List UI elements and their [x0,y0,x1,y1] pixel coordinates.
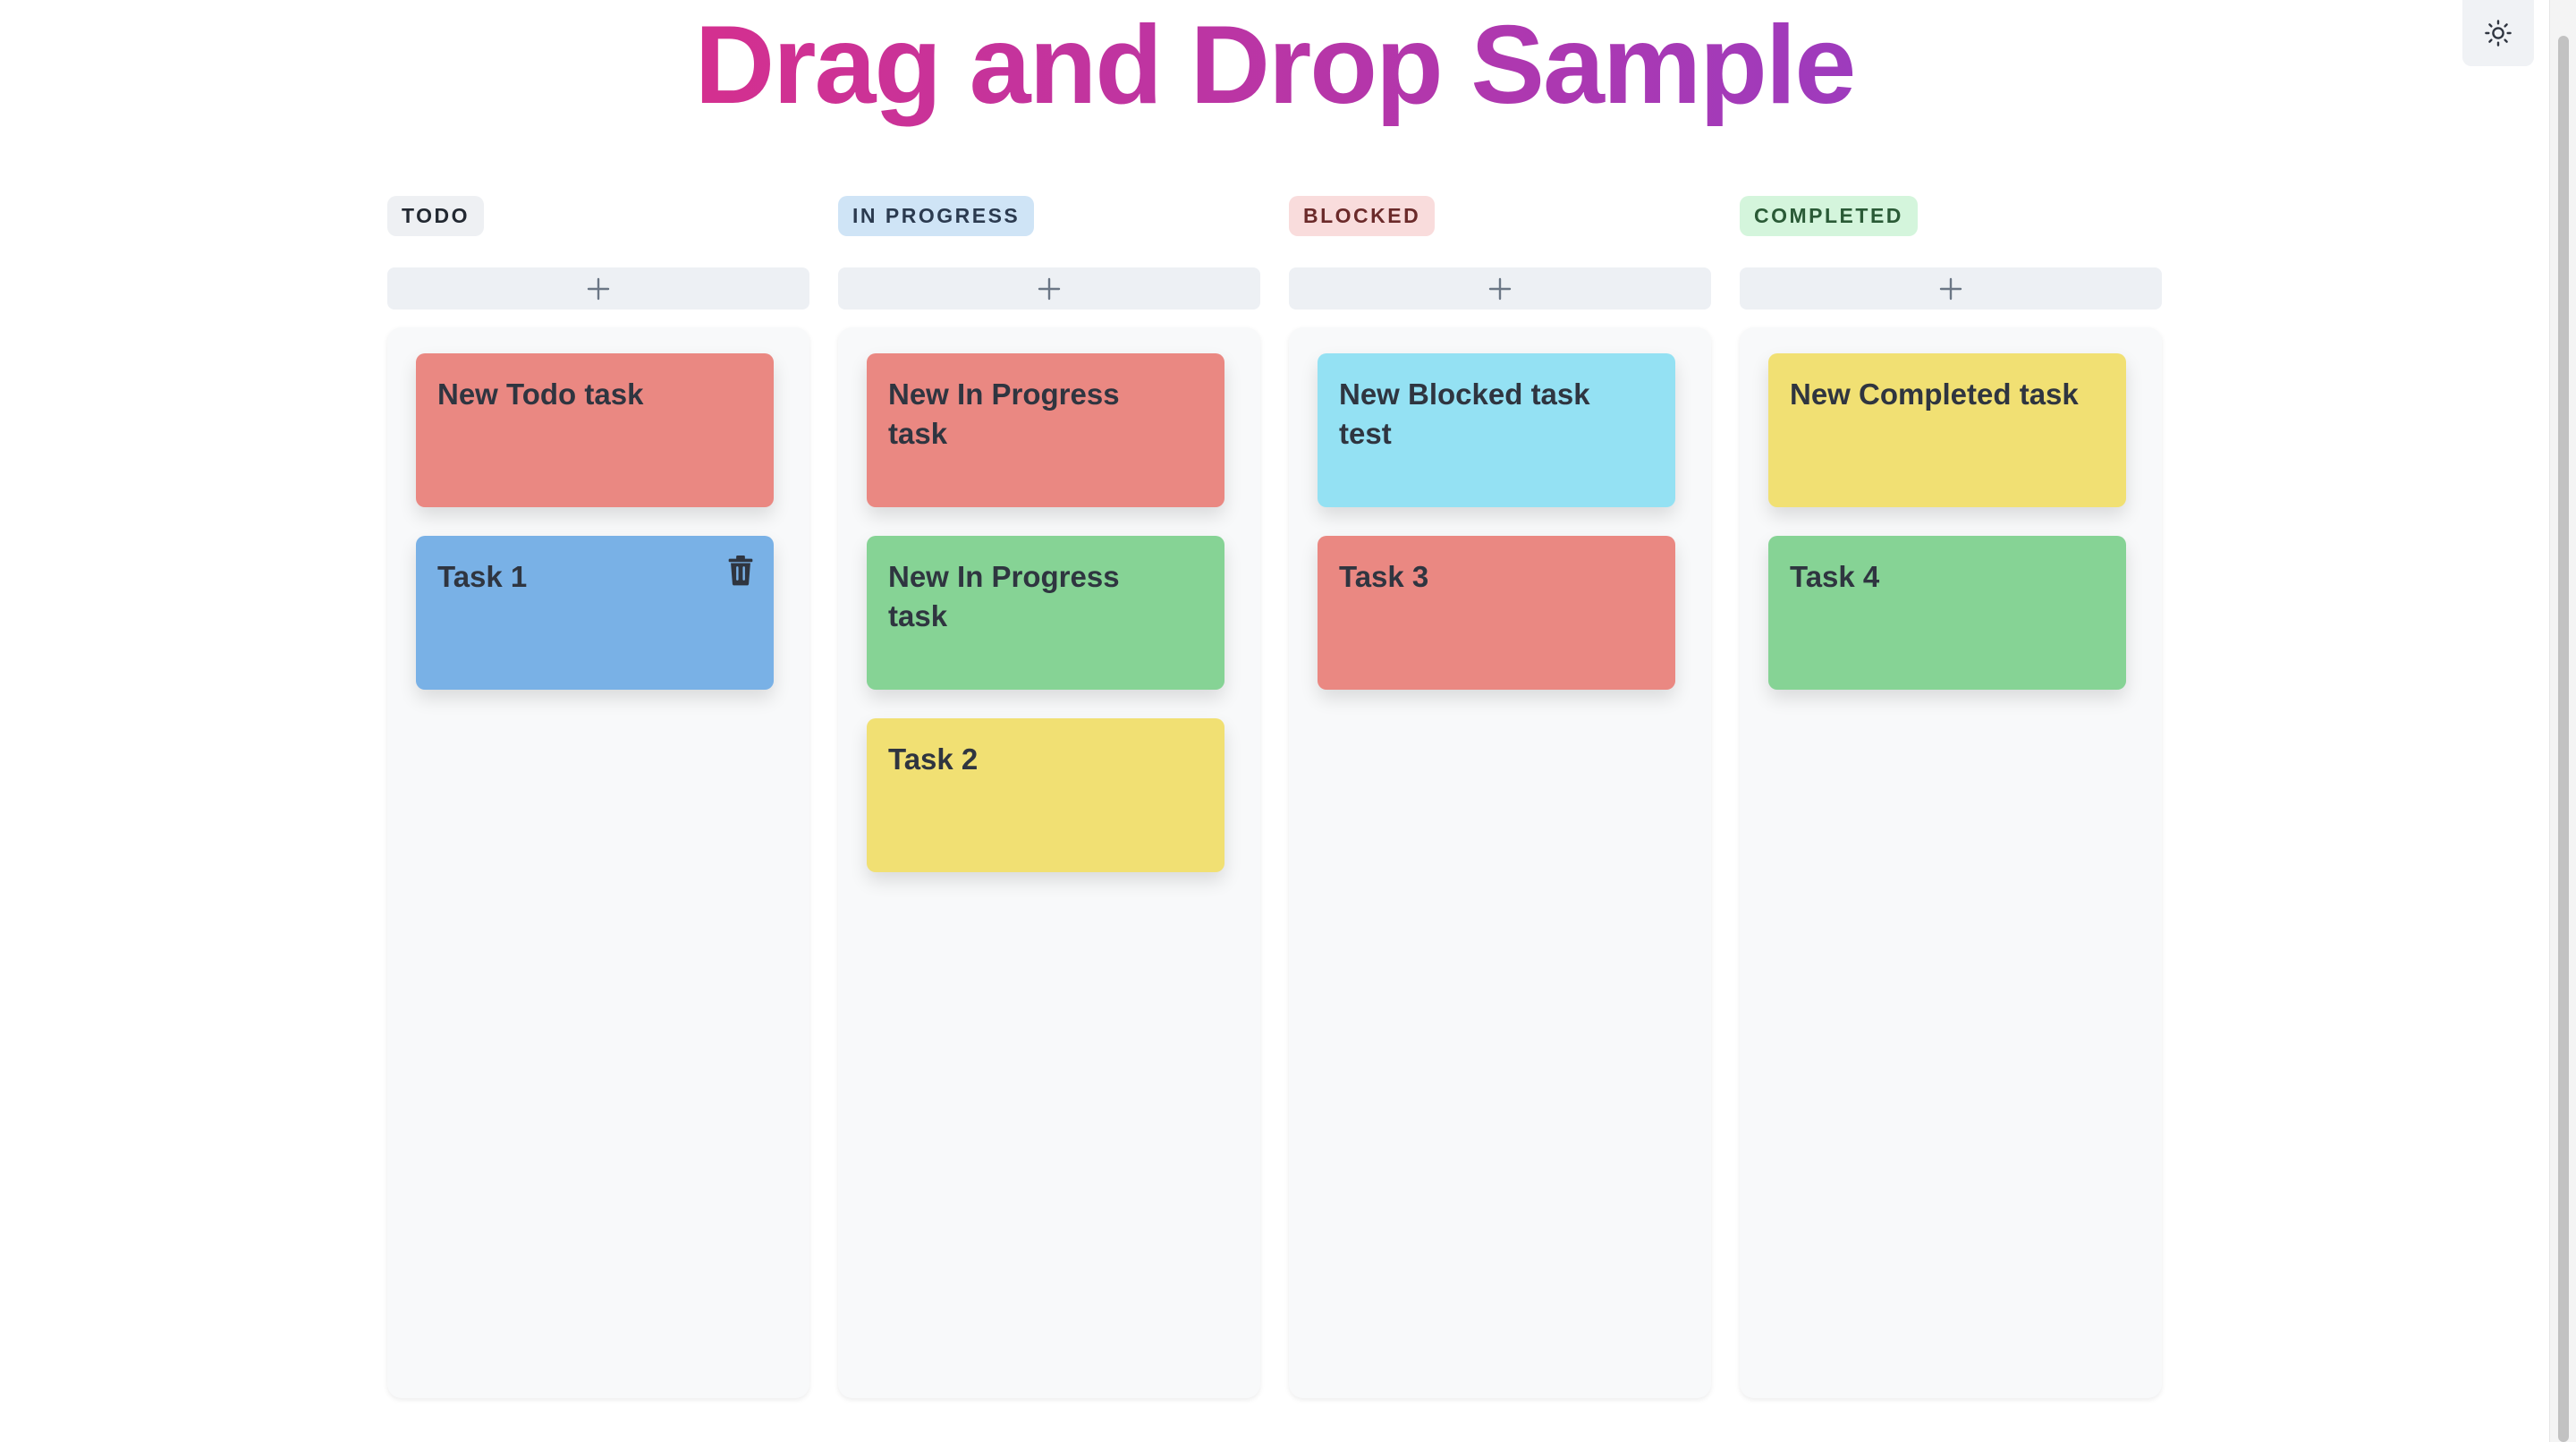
task-card-text: New In Progress task [888,560,1120,632]
add-task-button-todo[interactable] [387,267,809,310]
column-dropzone-completed[interactable]: New Completed task Task 4 [1740,327,2162,1398]
column-dropzone-in-progress[interactable]: New In Progress task New In Progress tas… [838,327,1260,1398]
task-card-text: Task 2 [888,742,979,776]
task-card[interactable]: Task 3 [1318,536,1675,690]
task-card-text: New Blocked task test [1339,377,1590,450]
column-label: COMPLETED [1754,204,1903,227]
column-dropzone-blocked[interactable]: New Blocked task test Task 3 [1289,327,1711,1398]
task-card-text: New In Progress task [888,377,1120,450]
task-card[interactable]: New Blocked task test [1318,353,1675,507]
add-task-button-completed[interactable] [1740,267,2162,310]
scrollbar-thumb[interactable] [2558,36,2569,1442]
page: Drag and Drop Sample TODO New Todo task [0,0,2576,1442]
add-task-button-blocked[interactable] [1289,267,1711,310]
plus-icon [587,277,610,300]
plus-icon [1939,277,1962,300]
column-badge-completed: COMPLETED [1740,196,1918,236]
trash-icon[interactable] [727,556,754,586]
column-badge-todo: TODO [387,196,485,236]
task-card[interactable]: Task 4 [1768,536,2126,690]
column-badge-in-progress: IN PROGRESS [838,196,1035,236]
column-label: BLOCKED [1303,204,1421,227]
task-card[interactable]: New In Progress task [867,353,1224,507]
column-label: TODO [402,204,470,227]
page-title: Drag and Drop Sample [695,0,1857,131]
task-card-text: New Completed task [1790,377,2079,411]
task-card-text: Task 3 [1339,560,1429,593]
task-card[interactable]: Task 2 [867,718,1224,872]
task-card-text: New Todo task [437,377,644,411]
column-dropzone-todo[interactable]: New Todo task Task 1 [387,327,809,1398]
plus-icon [1038,277,1061,300]
sun-icon [2485,20,2512,47]
add-task-button-in-progress[interactable] [838,267,1260,310]
task-card[interactable]: New In Progress task [867,536,1224,690]
vertical-scrollbar[interactable] [2549,0,2576,1442]
plus-icon [1488,277,1512,300]
task-card[interactable]: New Completed task [1768,353,2126,507]
task-card[interactable]: New Todo task [416,353,774,507]
title-wrap: Drag and Drop Sample [0,0,2549,131]
theme-toggle-button[interactable] [2462,0,2534,66]
column-badge-blocked: BLOCKED [1289,196,1436,236]
task-card[interactable]: Task 1 [416,536,774,690]
task-card-text: Task 4 [1790,560,1880,593]
column-label: IN PROGRESS [852,204,1021,227]
task-card-text: Task 1 [437,560,528,593]
